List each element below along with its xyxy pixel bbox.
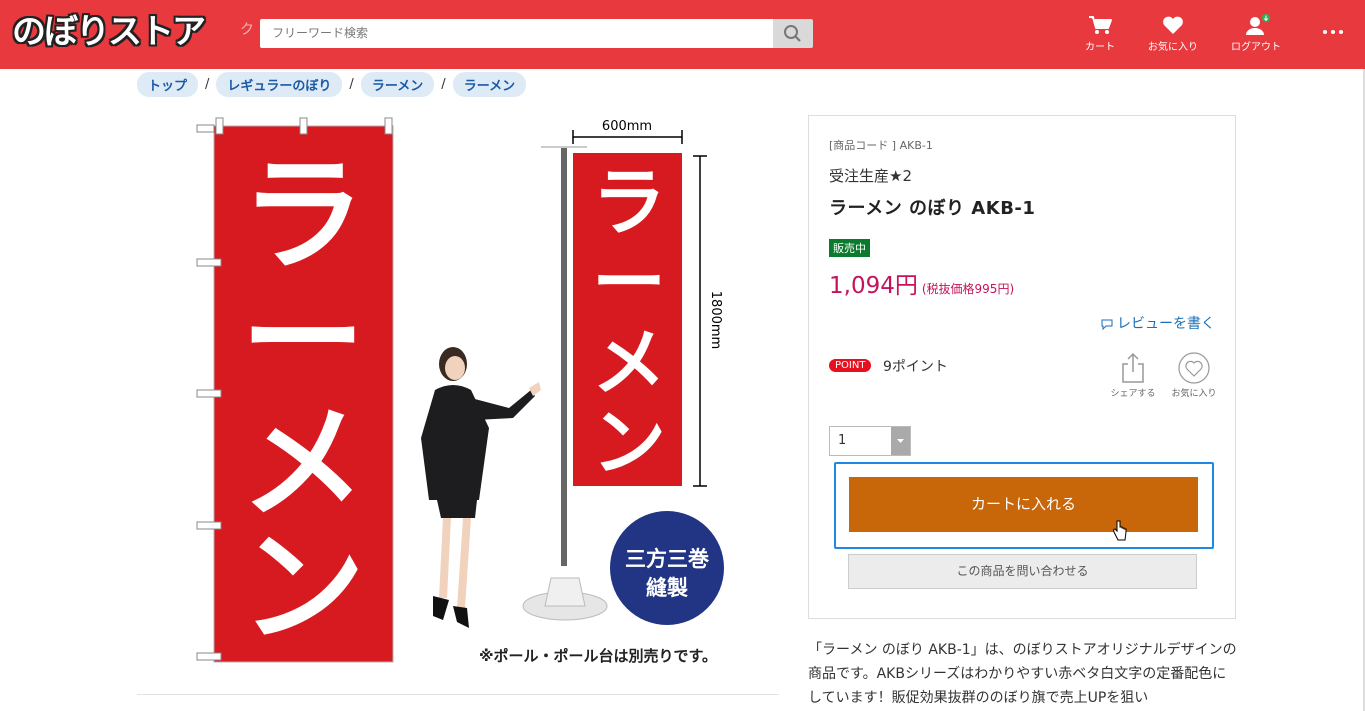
price-ex-tax: (税抜価格995円) <box>921 282 1015 296</box>
flag-loop <box>196 389 222 398</box>
flag-loop <box>215 117 224 135</box>
breadcrumb-top[interactable]: トップ <box>137 71 199 97</box>
write-review-link[interactable]: レビューを書く <box>1101 313 1215 333</box>
price: 1,094円 <box>829 273 918 299</box>
flag-loop <box>299 117 308 135</box>
sewing-badge-line1: 三方三巻 <box>625 547 709 571</box>
pole-sold-separately-note: ※ポール・ポール台は別売りです。 <box>479 647 717 665</box>
breadcrumb-separator: / <box>205 76 210 92</box>
small-flag-text: ラーメン <box>592 160 666 486</box>
flag-loop <box>196 521 222 530</box>
product-title: ラーメン のぼり AKB-1 <box>829 198 1036 219</box>
product-info-panel: [商品コード ] AKB-1 受注生産★2 ラーメン のぼり AKB-1 販売中… <box>808 115 1236 619</box>
product-description: 「ラーメン のぼり AKB-1」は、のぼりストアオリジナルデザインの商品です。A… <box>808 642 1237 706</box>
cart-button-focus-ring: カートに入れる <box>834 462 1214 549</box>
logout-link[interactable]: ログアウト <box>1228 14 1284 53</box>
width-label: 600mm <box>602 119 652 134</box>
cart-icon <box>1089 16 1112 34</box>
search-input[interactable]: フリーワード検索 <box>260 19 773 48</box>
heart-outline-icon <box>1178 352 1210 384</box>
cart-label: カート <box>1085 42 1115 53</box>
breadcrumb-separator: / <box>441 76 446 92</box>
more-icon <box>1323 30 1343 34</box>
add-to-cart-button[interactable]: カートに入れる <box>849 477 1198 532</box>
breadcrumb-regular-nobori[interactable]: レギュラーのぼり <box>216 71 343 97</box>
sewing-badge-line2: 縫製 <box>646 576 688 600</box>
model-figure <box>421 347 541 628</box>
add-favorite-button[interactable]: お気に入り <box>1169 352 1219 399</box>
logo-mark: ク <box>240 22 254 38</box>
share-button[interactable]: シェアする <box>1109 352 1157 399</box>
large-flag-text: ラーメン <box>241 144 365 660</box>
flag-loop <box>196 124 215 133</box>
pole-base-top <box>544 577 586 607</box>
points-earned: 9ポイント <box>883 359 948 375</box>
breadcrumb-ramen-current[interactable]: ラーメン <box>452 71 527 97</box>
flag-loop <box>196 652 222 661</box>
site-header: のぼりストア ク フリーワード検索 カート お気に入り ログアウト <box>0 0 1365 69</box>
flag-loop <box>384 117 393 135</box>
product-image[interactable]: ラーメン ラーメン 600mm 1800mm 三方三巻 縫製 ※ポール・ポール台… <box>137 108 779 688</box>
favorites-link[interactable]: お気に入り <box>1146 14 1200 53</box>
search-button[interactable] <box>773 19 813 48</box>
flag-loop <box>196 258 222 267</box>
logout-label: ログアウト <box>1231 42 1281 53</box>
heart-icon <box>1163 16 1183 34</box>
favorite-label: お気に入り <box>1171 389 1217 399</box>
quantity-select[interactable]: 1 <box>829 426 911 456</box>
breadcrumb-ramen-category[interactable]: ラーメン <box>360 71 435 97</box>
inquiry-button[interactable]: この商品を問い合わせる <box>848 554 1197 589</box>
favorites-label: お気に入り <box>1148 42 1198 53</box>
share-icon <box>1122 352 1144 383</box>
quantity-value: 1 <box>838 433 847 448</box>
flag-pole <box>561 146 567 566</box>
hand-cursor-icon <box>1113 520 1127 541</box>
status-badge: 販売中 <box>829 239 870 257</box>
product-subtitle: 受注生産★2 <box>829 167 912 185</box>
share-label: シェアする <box>1110 389 1156 399</box>
more-menu-button[interactable] <box>1322 22 1344 46</box>
price-row: 1,094円 (税抜価格995円) <box>829 266 1014 300</box>
height-label: 1800mm <box>708 291 723 349</box>
pole-crossbar <box>541 146 587 148</box>
point-badge: POINT <box>829 359 872 372</box>
product-code: [商品コード ] AKB-1 <box>829 139 933 152</box>
cart-link[interactable]: カート <box>1080 14 1120 53</box>
search-icon <box>784 25 801 42</box>
breadcrumb-separator: / <box>349 76 354 92</box>
quantity-dropdown-arrow[interactable] <box>891 427 910 455</box>
breadcrumb: トップ / レギュラーのぼり / ラーメン / ラーメン <box>137 71 527 97</box>
comment-icon <box>1101 319 1113 330</box>
chevron-down-icon <box>897 439 904 443</box>
write-review-label: レビューを書く <box>1117 316 1215 332</box>
site-logo[interactable]: のぼりストア <box>12 12 206 52</box>
user-icon <box>1246 14 1270 35</box>
image-divider <box>137 694 779 695</box>
product-image-svg: ラーメン ラーメン 600mm 1800mm 三方三巻 縫製 ※ポール・ポール台… <box>196 117 724 665</box>
